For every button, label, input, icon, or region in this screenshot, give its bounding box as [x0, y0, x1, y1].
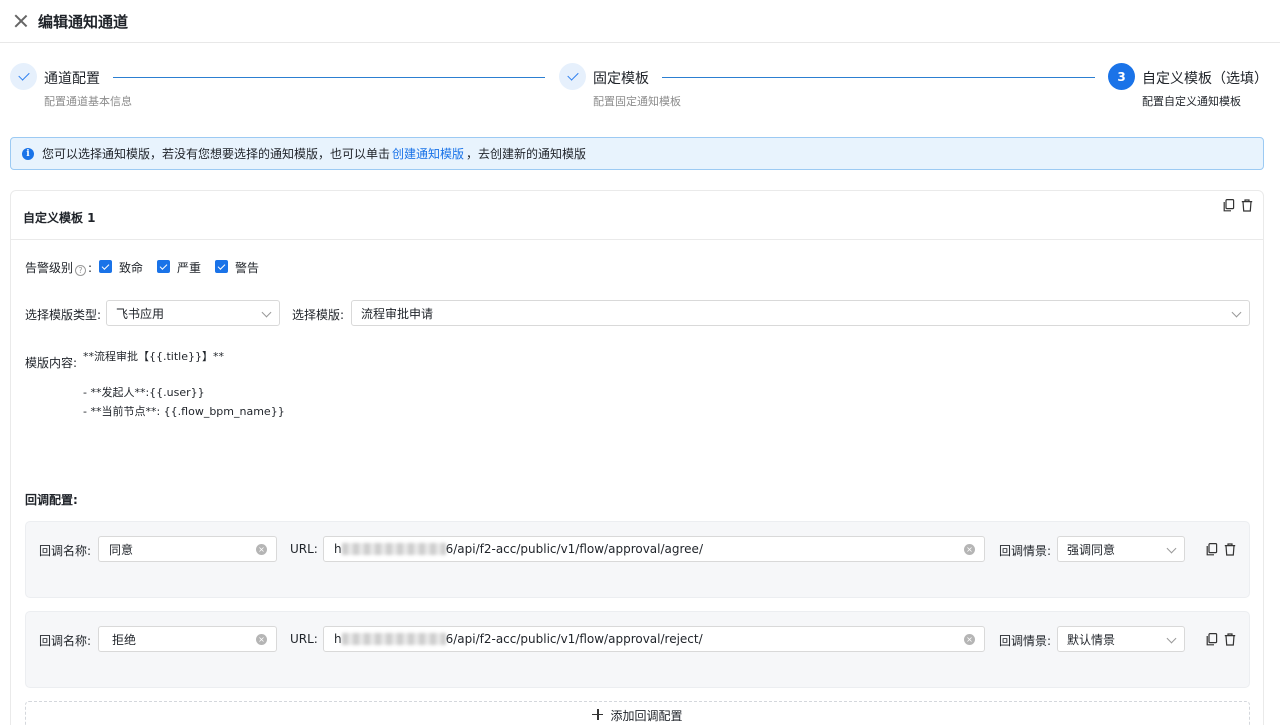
chevron-down-icon	[261, 307, 272, 318]
level-fatal-label: 致命	[119, 261, 144, 275]
callback-section-label: 回调配置:	[25, 493, 78, 507]
level-warning-label: 警告	[235, 261, 260, 275]
checkbox-severe[interactable]	[157, 260, 170, 273]
callback-url-input[interactable]: h 6/api/f2-acc/public/v1/flow/approval/re…	[323, 626, 985, 652]
card-header: 自定义模板 1	[11, 191, 1263, 240]
step-1-subtitle: 配置通道基本信息	[44, 95, 132, 108]
create-template-link[interactable]: 创建通知模版	[392, 145, 464, 162]
info-alert: i 您可以选择通知模版，若没有您想要选择的通知模版，也可以单击 创建通知模版 ，…	[10, 137, 1264, 170]
callback-name-input[interactable]: 拒绝 ×	[98, 626, 277, 652]
callback-url-input[interactable]: h 6/api/f2-acc/public/v1/flow/approval/ag…	[323, 536, 985, 562]
copy-icon[interactable]	[1206, 633, 1218, 646]
page-title: 编辑通知通道	[38, 12, 129, 31]
step-3-title: 自定义模板（选填）	[1142, 71, 1268, 87]
template-type-label: 选择模版类型:	[25, 308, 102, 322]
help-icon[interactable]: ?	[75, 265, 87, 276]
callback-scene-select[interactable]: 强调同意	[1057, 536, 1185, 562]
callback-item: 回调名称: 同意 × URL: h 6/api/f2-acc/public/v1/…	[25, 521, 1250, 598]
delete-icon[interactable]	[1224, 543, 1236, 556]
step-3-subtitle: 配置自定义通知模板	[1142, 95, 1241, 108]
add-callback-button[interactable]: 添加回调配置	[25, 701, 1250, 725]
template-content-line: **流程审批【{{.title}}】**	[83, 350, 224, 363]
template-content-line: - **当前节点**: {{.flow_bpm_name}}	[83, 405, 285, 418]
step-connector	[662, 77, 1095, 78]
chevron-down-icon	[1166, 543, 1177, 554]
template-content-line: - **发起人**:{{.user}}	[83, 386, 205, 399]
callback-scene-select[interactable]: 默认情景	[1057, 626, 1185, 652]
delete-icon[interactable]	[1241, 199, 1253, 212]
template-select[interactable]: 流程审批申请	[351, 300, 1250, 326]
drawer-header: 编辑通知通道	[0, 0, 1280, 43]
clear-icon[interactable]: ×	[964, 634, 975, 645]
callback-scene-label: 回调情景:	[999, 544, 1052, 558]
callback-scene-label: 回调情景:	[999, 634, 1052, 648]
card-title: 自定义模板 1	[23, 211, 96, 225]
chevron-down-icon	[1166, 633, 1177, 644]
redacted-host	[341, 633, 446, 645]
alert-text-suffix: ，去创建新的通知模版	[466, 147, 587, 161]
alert-level-label: 告警级别?:	[25, 261, 93, 276]
step-1-title: 通道配置	[44, 71, 100, 87]
checkbox-warning[interactable]	[215, 260, 228, 273]
step-2-title: 固定模板	[593, 71, 649, 87]
custom-template-card: 自定义模板 1 告警级别?: 致命 严重 警告 选择模版类型: 飞书应用 选择模…	[10, 190, 1264, 725]
clear-icon[interactable]: ×	[256, 544, 267, 555]
template-content-label: 模版内容:	[25, 356, 78, 370]
redacted-host	[341, 543, 446, 555]
template-type-select[interactable]: 飞书应用	[106, 300, 280, 326]
plus-icon	[592, 709, 604, 720]
template-label: 选择模版:	[292, 308, 345, 322]
step-1-check-icon	[10, 63, 37, 90]
url-label: URL:	[290, 542, 318, 556]
callback-name-label: 回调名称:	[39, 544, 92, 558]
copy-icon[interactable]	[1206, 543, 1218, 556]
clear-icon[interactable]: ×	[964, 544, 975, 555]
callback-name-input[interactable]: 同意 ×	[98, 536, 277, 562]
step-3-number: 3	[1108, 63, 1135, 90]
step-2-check-icon	[559, 63, 586, 90]
checkbox-fatal[interactable]	[99, 260, 112, 273]
callback-item: 回调名称: 拒绝 × URL: h 6/api/f2-acc/public/v1/…	[25, 611, 1250, 688]
alert-text-prefix: 您可以选择通知模版，若没有您想要选择的通知模版，也可以单击	[42, 147, 391, 161]
info-icon: i	[22, 147, 34, 160]
copy-icon[interactable]	[1223, 199, 1235, 212]
delete-icon[interactable]	[1224, 633, 1236, 646]
callback-name-label: 回调名称:	[39, 634, 92, 648]
step-connector	[113, 77, 545, 78]
url-label: URL:	[290, 632, 318, 646]
chevron-down-icon	[1231, 307, 1242, 318]
clear-icon[interactable]: ×	[256, 634, 267, 645]
close-icon[interactable]	[14, 14, 28, 28]
level-severe-label: 严重	[177, 261, 202, 275]
step-2-subtitle: 配置固定通知模板	[593, 95, 681, 108]
